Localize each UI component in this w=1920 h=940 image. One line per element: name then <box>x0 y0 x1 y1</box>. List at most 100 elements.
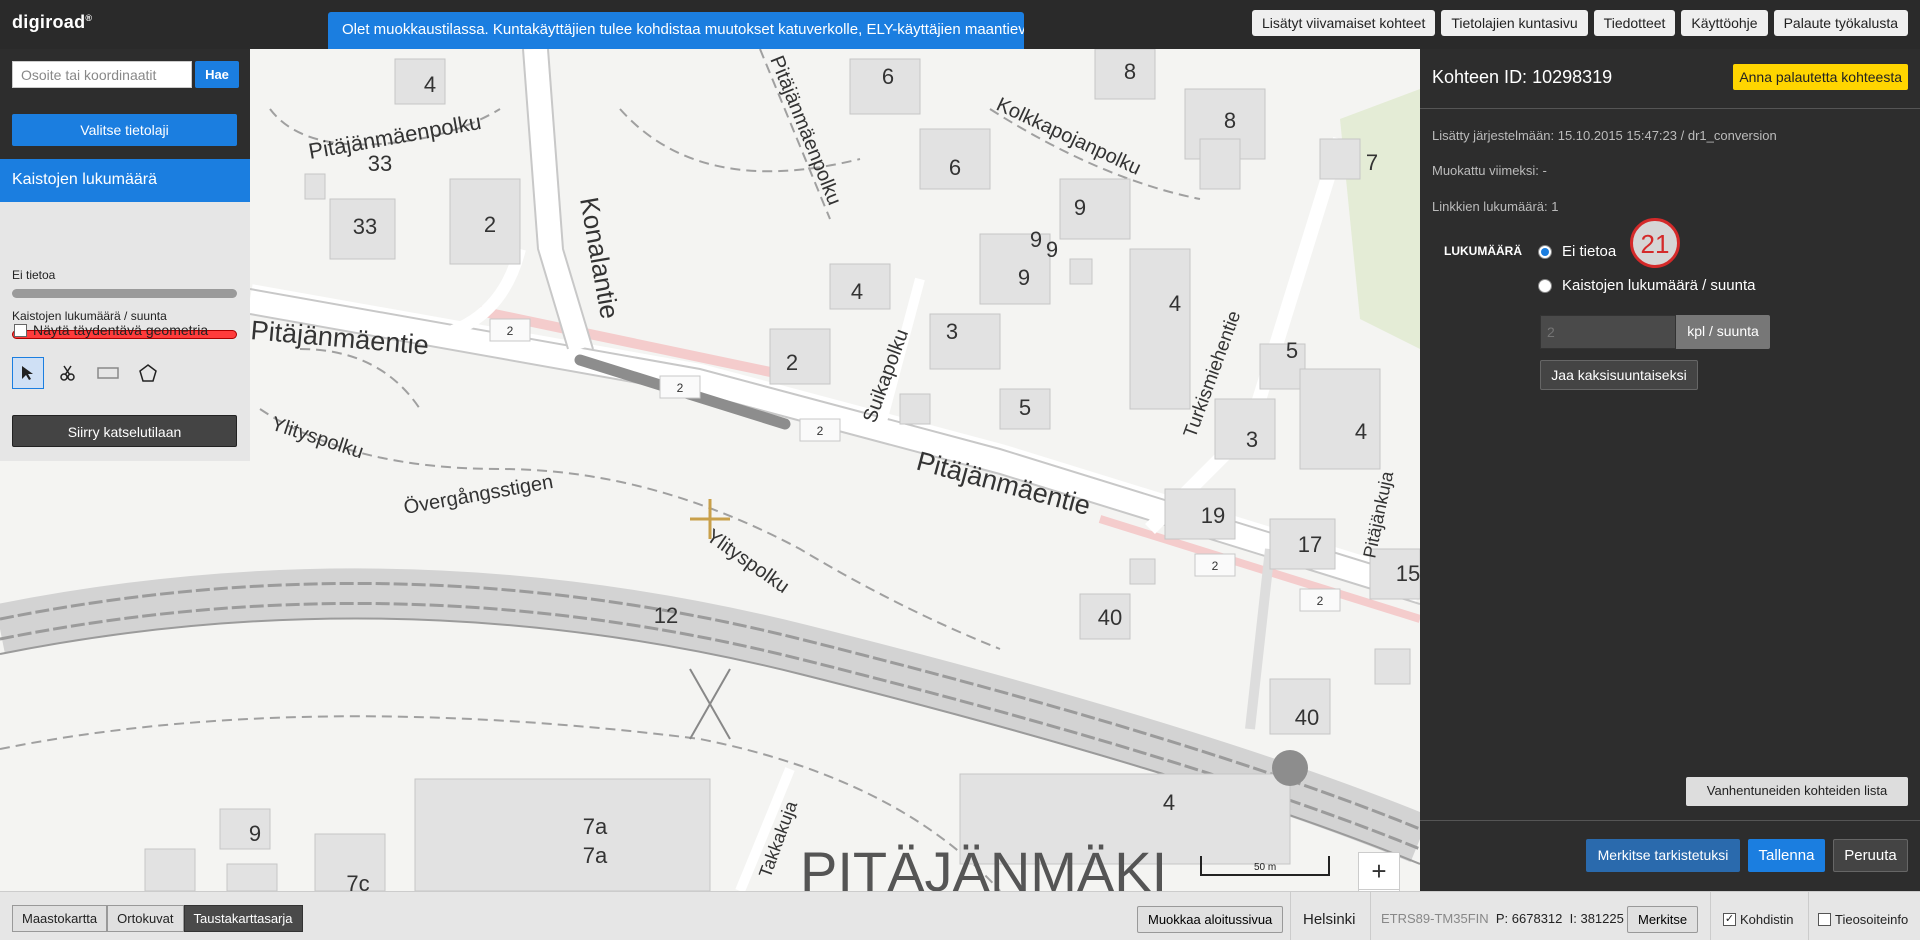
center-checkbox[interactable]: ✓ <box>1723 913 1736 926</box>
unit-label: kpl / suunta <box>1676 315 1770 349</box>
basemap-switcher: Maastokartta Ortokuvat Taustakarttasarja <box>12 905 303 932</box>
cancel-button[interactable]: Peruuta <box>1833 839 1908 872</box>
house-number: 7 <box>1366 150 1378 175</box>
house-number: 9 <box>1030 227 1042 252</box>
house-number: 7a <box>583 843 608 868</box>
house-number: 3 <box>946 319 958 344</box>
legend-swatch-no-data <box>12 289 237 298</box>
logo[interactable]: digiroad® <box>12 12 92 33</box>
polygon-tool-button[interactable] <box>132 357 164 389</box>
mark-checked-button[interactable]: Merkitse tarkistetuksi <box>1586 839 1740 872</box>
left-panel: Hae Valitse tietolaji Kaistojen lukumäär… <box>0 49 250 461</box>
option-no-data[interactable]: Ei tietoa <box>1538 243 1616 260</box>
house-number: 5 <box>1286 338 1298 363</box>
house-number: 2 <box>786 350 798 375</box>
select-tool-button[interactable] <box>12 357 44 389</box>
complementary-geometry-checkbox[interactable] <box>14 323 27 337</box>
link-layer-municipality-page[interactable]: Tietolajien kuntasivu <box>1441 10 1588 36</box>
scale-label: 50 m <box>1254 862 1277 873</box>
save-button[interactable]: Tallenna <box>1748 839 1825 872</box>
address-info-label: Tieosoiteinfo <box>1835 912 1909 927</box>
house-number: 4 <box>1169 291 1181 316</box>
road-number-label: 2 <box>1317 594 1324 608</box>
house-number: 33 <box>353 214 377 239</box>
view-mode-button[interactable]: Siirry katselutilaan <box>12 415 237 447</box>
district-label: PITÄJÄNMÄKI <box>800 840 1167 891</box>
polygon-icon <box>139 364 157 382</box>
complementary-geometry-label: Näytä täydentävä geometria <box>33 322 209 338</box>
divider <box>1710 892 1711 940</box>
house-number: 4 <box>424 72 436 97</box>
mark-coordinates-button[interactable]: Merkitse <box>1627 906 1699 933</box>
link-count-info: Linkkien lukumäärä: 1 <box>1432 199 1559 214</box>
lane-count-input[interactable] <box>1540 315 1676 349</box>
house-number: 4 <box>1355 419 1367 444</box>
road-number-label: 2 <box>507 324 514 338</box>
link-announcements[interactable]: Tiedotteet <box>1593 10 1676 36</box>
house-number: 7a <box>583 814 608 839</box>
step-badge: 21 <box>1630 218 1680 268</box>
city-label: Helsinki <box>1303 911 1356 928</box>
feature-feedback-button[interactable]: Anna palautetta kohteesta <box>1733 64 1908 90</box>
feature-panel: Kohteen ID: 10298319 Anna palautetta koh… <box>1420 49 1920 891</box>
radio-no-data[interactable] <box>1538 244 1552 259</box>
option-no-data-label: Ei tietoa <box>1562 243 1617 260</box>
divider <box>1808 892 1809 940</box>
search-button[interactable]: Hae <box>195 61 239 88</box>
house-number: 9 <box>1018 265 1030 290</box>
house-number: 8 <box>1124 59 1136 84</box>
zoom-in-button[interactable]: + <box>1359 853 1399 890</box>
address-info-toggle[interactable]: Tieosoiteinfo <box>1818 912 1908 927</box>
basemap-terrain-button[interactable]: Maastokartta <box>12 905 108 932</box>
zoom-control: + − <box>1358 852 1400 891</box>
road-number-label: 2 <box>677 381 684 395</box>
house-number: 2 <box>484 212 496 237</box>
coord-system-label: ETRS89-TM35FIN <box>1381 911 1489 926</box>
house-number: 9 <box>249 821 261 846</box>
scale-bar: 50 m <box>1200 856 1330 876</box>
house-number: 8 <box>1224 108 1236 133</box>
search-row: Hae <box>12 61 239 88</box>
top-links: Lisätyt viivamaiset kohteet Tietolajien … <box>1251 10 1908 36</box>
house-number: 9 <box>1046 237 1058 262</box>
house-number: 5 <box>1019 395 1031 420</box>
house-number: 19 <box>1201 503 1225 528</box>
option-lane-count[interactable]: Kaistojen lukumäärä / suunta <box>1538 277 1755 294</box>
cut-tool-button[interactable] <box>52 357 84 389</box>
select-arrow-icon <box>22 366 33 380</box>
center-toggle[interactable]: ✓ Kohdistin <box>1723 912 1793 927</box>
radio-lane-count[interactable] <box>1538 278 1552 293</box>
center-label: Kohdistin <box>1740 912 1794 927</box>
rectangle-tool-button[interactable] <box>92 357 124 389</box>
split-bidirectional-button[interactable]: Jaa kaksisuuntaiseksi <box>1540 360 1698 390</box>
rectangle-icon <box>97 367 119 379</box>
feature-panel-footer: Merkitse tarkistetuksi Tallenna Peruuta <box>1420 820 1920 891</box>
link-user-guide[interactable]: Käyttöohje <box>1681 10 1768 36</box>
select-layer-button[interactable]: Valitse tietolaji <box>12 114 237 146</box>
legend-label-no-data: Ei tietoa <box>12 268 56 282</box>
expired-features-button[interactable]: Vanhentuneiden kohteiden lista <box>1686 777 1908 806</box>
p-coordinate: P: 6678312 <box>1495 911 1563 926</box>
legend-label-lanes: Kaistojen lukumäärä / suunta <box>12 309 167 323</box>
option-lane-count-label: Kaistojen lukumäärä / suunta <box>1562 277 1756 294</box>
basemap-orthophoto-button[interactable]: Ortokuvat <box>107 905 184 932</box>
house-number: 40 <box>1098 605 1122 630</box>
edit-start-page-button[interactable]: Muokkaa aloitussivua <box>1137 906 1284 933</box>
modified-info: Muokattu viimeksi: - <box>1432 163 1547 178</box>
house-number: 7c <box>346 871 369 891</box>
basemap-background-button[interactable]: Taustakarttasarja <box>183 905 303 932</box>
edit-mode-banner: Olet muokkaustilassa. Kuntakäyttäjien tu… <box>328 12 1024 49</box>
address-info-checkbox[interactable] <box>1818 913 1831 926</box>
feature-panel-header: Kohteen ID: 10298319 Anna palautetta koh… <box>1420 49 1920 109</box>
complementary-geometry-toggle[interactable]: Näytä täydentävä geometria <box>14 322 208 338</box>
link-tool-feedback[interactable]: Palaute työkalusta <box>1773 10 1908 36</box>
search-input[interactable] <box>12 61 192 88</box>
house-number: 3 <box>1246 427 1258 452</box>
feature-id-title: Kohteen ID: 10298319 <box>1432 67 1613 87</box>
coordinate-readout: ETRS89-TM35FIN P: 6678312 I: 381225 <box>1381 911 1624 926</box>
bottom-bar: Maastokartta Ortokuvat Taustakarttasarja… <box>0 891 1920 940</box>
house-number: 6 <box>949 155 961 180</box>
link-added-linear-features[interactable]: Lisätyt viivamaiset kohteet <box>1251 10 1436 36</box>
divider <box>1370 892 1371 940</box>
added-info: Lisätty järjestelmään: 15.10.2015 15:47:… <box>1432 128 1777 143</box>
